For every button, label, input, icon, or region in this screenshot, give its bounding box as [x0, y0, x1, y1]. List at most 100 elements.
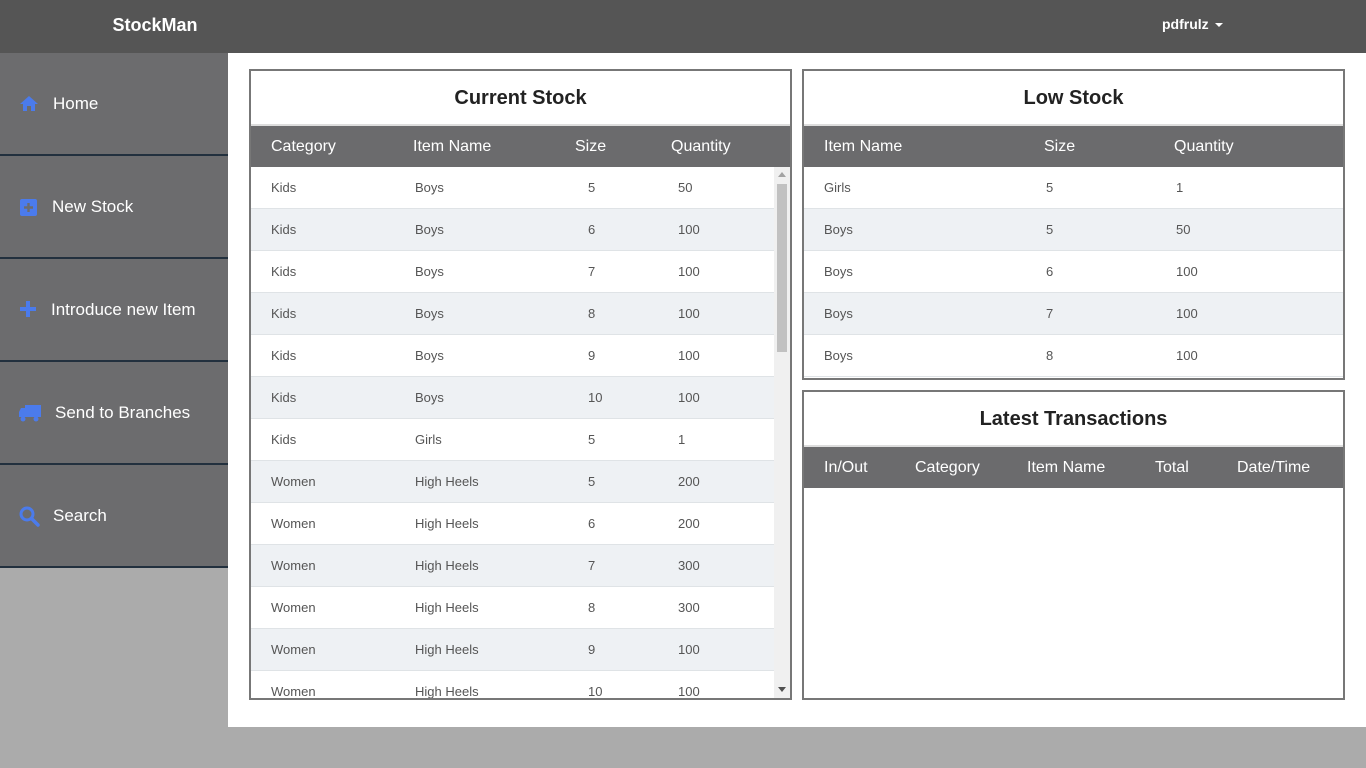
current-stock-header: Category Item Name Size Quantity: [251, 126, 790, 167]
table-row[interactable]: Women High Heels 9 100: [251, 629, 774, 671]
column-header[interactable]: Item Name: [824, 138, 902, 156]
column-header[interactable]: Item Name: [1027, 459, 1105, 477]
table-cell: Women: [271, 600, 316, 615]
truck-icon: [18, 402, 42, 424]
table-cell: 5: [1046, 180, 1054, 195]
table-cell: Boys: [415, 390, 444, 405]
table-cell: Girls: [824, 180, 851, 195]
table-cell: 1: [1176, 180, 1184, 195]
table-row[interactable]: Kids Girls 5 1: [251, 419, 774, 461]
table-cell: High Heels: [415, 600, 479, 615]
table-cell: 8: [1046, 348, 1054, 363]
table-cell: 100: [1176, 306, 1198, 321]
table-row[interactable]: Kids Boys 6 100: [251, 209, 774, 251]
sidebar-item-label: Introduce new Item: [51, 299, 196, 319]
table-cell: 50: [678, 180, 693, 195]
latest-transactions-title: Latest Transactions: [804, 392, 1343, 447]
table-cell: 300: [678, 600, 700, 615]
table-row[interactable]: Women High Heels 6 200: [251, 503, 774, 545]
table-cell: 100: [678, 306, 700, 321]
sidebar-item-introduce-new-item[interactable]: Introduce new Item: [0, 259, 228, 362]
table-row[interactable]: Boys 7 100: [804, 293, 1343, 335]
table-cell: 100: [678, 264, 700, 279]
column-header[interactable]: Category: [271, 138, 336, 156]
table-cell: Boys: [824, 306, 853, 321]
table-cell: 100: [1176, 348, 1198, 363]
table-cell: Women: [271, 684, 316, 698]
column-header[interactable]: Total: [1155, 459, 1189, 477]
table-cell: Kids: [271, 180, 297, 195]
table-row[interactable]: Women High Heels 8 300: [251, 587, 774, 629]
table-row[interactable]: Women High Heels 5 200: [251, 461, 774, 503]
column-header[interactable]: Quantity: [671, 138, 731, 156]
table-cell: 7: [588, 264, 596, 279]
current-stock-table-body[interactable]: Kids Boys 5 50 Kids Boys 6 100 Kids Boys 7 100 Kids B…: [251, 167, 790, 698]
column-header[interactable]: Category: [915, 459, 980, 477]
sidebar-item-label: Home: [53, 93, 99, 113]
table-cell: High Heels: [415, 516, 479, 531]
table-row[interactable]: Kids Boys 5 50: [251, 167, 774, 209]
user-name: pdfrulz: [1162, 16, 1209, 32]
scroll-down-arrow-icon[interactable]: [778, 687, 786, 692]
table-cell: Boys: [415, 264, 444, 279]
latest-transactions-panel: Latest Transactions In/Out Category Item…: [802, 390, 1345, 700]
table-cell: Kids: [271, 306, 297, 321]
table-cell: 200: [678, 516, 700, 531]
sidebar-item-new-stock[interactable]: New Stock: [0, 156, 228, 259]
scrollbar[interactable]: [774, 167, 790, 698]
table-cell: Kids: [271, 432, 297, 447]
column-header[interactable]: Size: [1044, 138, 1075, 156]
search-icon: [18, 505, 40, 527]
table-row[interactable]: Boys 8 100: [804, 335, 1343, 377]
table-row[interactable]: Boys 6 100: [804, 251, 1343, 293]
table-row[interactable]: Women High Heels 10 100: [251, 671, 774, 698]
scroll-up-arrow-icon[interactable]: [778, 172, 786, 177]
table-cell: Boys: [415, 348, 444, 363]
table-cell: Kids: [271, 390, 297, 405]
sidebar-item-search[interactable]: Search: [0, 465, 228, 568]
table-cell: Kids: [271, 222, 297, 237]
table-cell: 5: [588, 180, 596, 195]
table-cell: 9: [588, 348, 596, 363]
table-row[interactable]: Kids Boys 10 100: [251, 377, 774, 419]
table-cell: Boys: [415, 222, 444, 237]
table-cell: 100: [678, 390, 700, 405]
table-row[interactable]: Boys 5 50: [804, 209, 1343, 251]
caret-down-icon: [1214, 23, 1223, 28]
user-menu[interactable]: pdfrulz: [1162, 16, 1223, 32]
table-cell: 100: [678, 642, 700, 657]
column-header[interactable]: Quantity: [1174, 138, 1234, 156]
table-cell: Boys: [824, 264, 853, 279]
latest-transactions-header: In/Out Category Item Name Total Date/Tim…: [804, 447, 1343, 488]
column-header[interactable]: Date/Time: [1237, 459, 1310, 477]
table-cell: 5: [1046, 222, 1054, 237]
table-cell: High Heels: [415, 558, 479, 573]
main-content: Current Stock Category Item Name Size Qu…: [228, 53, 1366, 727]
sidebar-item-send-to-branches[interactable]: Send to Branches: [0, 362, 228, 465]
table-row[interactable]: Girls 5 1: [804, 167, 1343, 209]
sidebar-item-home[interactable]: Home: [0, 53, 228, 156]
current-stock-title: Current Stock: [251, 71, 790, 126]
column-header[interactable]: Size: [575, 138, 606, 156]
low-stock-panel: Low Stock Item Name Size Quantity Girls 5…: [802, 69, 1345, 380]
table-cell: Women: [271, 642, 316, 657]
table-row[interactable]: Kids Boys 9 100: [251, 335, 774, 377]
table-cell: 8: [588, 600, 596, 615]
table-cell: High Heels: [415, 474, 479, 489]
column-header[interactable]: Item Name: [413, 138, 491, 156]
top-navbar: StockMan pdfrulz: [0, 0, 1366, 53]
table-cell: 6: [1046, 264, 1054, 279]
sidebar-item-label: New Stock: [52, 196, 134, 216]
table-row[interactable]: Women High Heels 7 300: [251, 545, 774, 587]
table-cell: High Heels: [415, 642, 479, 657]
table-cell: 50: [1176, 222, 1191, 237]
column-header[interactable]: In/Out: [824, 459, 868, 477]
table-cell: 100: [678, 684, 700, 698]
brand-logo[interactable]: StockMan: [0, 0, 310, 53]
table-row[interactable]: Kids Boys 7 100: [251, 251, 774, 293]
table-row[interactable]: Kids Boys 8 100: [251, 293, 774, 335]
low-stock-title: Low Stock: [804, 71, 1343, 126]
table-cell: 10: [588, 684, 603, 698]
scrollbar-thumb[interactable]: [777, 184, 787, 352]
table-cell: 6: [588, 222, 596, 237]
